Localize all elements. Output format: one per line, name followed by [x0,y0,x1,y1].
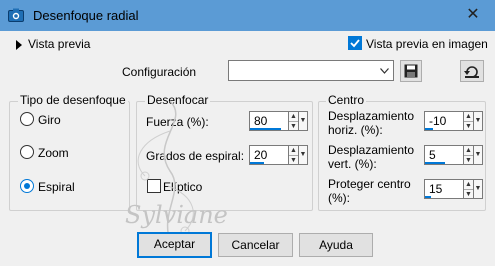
hoffset-label-line1: Desplazamiento [328,109,415,123]
spin-up-icon[interactable]: ▲ [289,146,298,155]
config-label: Configuración [122,65,197,79]
protect-dropdown-icon[interactable]: ▼ [473,179,483,199]
save-preset-button[interactable] [400,60,422,82]
accept-button[interactable]: Aceptar [137,232,212,258]
window-title: Desenfoque radial [33,8,139,23]
spin-up-icon[interactable]: ▲ [464,180,473,189]
strength-spinner[interactable]: 80 ▲ ▼ ▼ [249,111,308,131]
radio-giro-label: Giro [38,113,61,127]
title-bar: Desenfoque radial ✕ [0,0,495,31]
radio-zoom[interactable] [20,145,34,159]
radio-giro[interactable] [20,112,34,126]
radio-zoom-label: Zoom [38,146,69,160]
strength-level-bar [250,128,281,130]
hoffset-label-line2: horiz. (%): [328,123,383,137]
spin-up-icon[interactable]: ▲ [464,146,473,155]
dialog-body: Vista previa Vista previa en imagen Conf… [0,31,495,266]
reset-defaults-button[interactable] [460,60,484,82]
radio-espiral-label: Espiral [38,180,75,194]
center-title: Centro [326,93,367,107]
spin-down-icon[interactable]: ▼ [464,189,473,199]
protect-center-spinner[interactable]: 15 ▲ ▼ ▼ [424,179,483,199]
spin-down-icon[interactable]: ▼ [289,155,298,165]
radio-espiral[interactable] [20,179,34,193]
hoffset-level-bar [425,128,433,130]
hoffset-dropdown-icon[interactable]: ▼ [473,111,483,131]
floppy-disk-icon [404,64,418,78]
camera-icon [8,8,24,22]
strength-dropdown-icon[interactable]: ▼ [298,111,308,131]
voffset-spinner[interactable]: 5 ▲ ▼ ▼ [424,145,483,165]
spiral-degrees-spinner[interactable]: 20 ▲ ▼ ▼ [249,145,308,165]
config-select[interactable] [228,60,394,81]
spin-down-icon[interactable]: ▼ [464,155,473,165]
watermark-text: Sylviane [125,201,228,229]
help-button[interactable]: Ayuda [299,233,373,257]
preview-in-image-label: Vista previa en imagen [366,37,488,51]
voffset-label-line2: vert. (%): [328,157,377,171]
check-icon [350,39,360,48]
close-button[interactable]: ✕ [458,3,488,27]
voffset-label-line1: Desplazamiento [328,143,415,157]
spin-down-icon[interactable]: ▼ [464,121,473,131]
reset-icon [464,66,479,78]
protect-center-label-line2: (%): [328,191,350,205]
chevron-down-icon [380,68,389,74]
voffset-level-bar [425,162,445,164]
hoffset-spinner[interactable]: -10 ▲ ▼ ▼ [424,111,483,131]
preview-in-image-checkbox[interactable] [348,36,362,50]
preview-toggle-label[interactable]: Vista previa [28,37,90,51]
spin-up-icon[interactable]: ▲ [289,112,298,121]
voffset-dropdown-icon[interactable]: ▼ [473,145,483,165]
spiral-dropdown-icon[interactable]: ▼ [298,145,308,165]
expand-arrow-icon[interactable] [15,40,23,50]
cancel-button[interactable]: Cancelar [218,233,293,257]
protect-level-bar [425,196,431,198]
spin-down-icon[interactable]: ▼ [289,121,298,131]
spin-up-icon[interactable]: ▲ [464,112,473,121]
protect-center-label-line1: Proteger centro [328,177,411,191]
spiral-level-bar [250,162,264,164]
